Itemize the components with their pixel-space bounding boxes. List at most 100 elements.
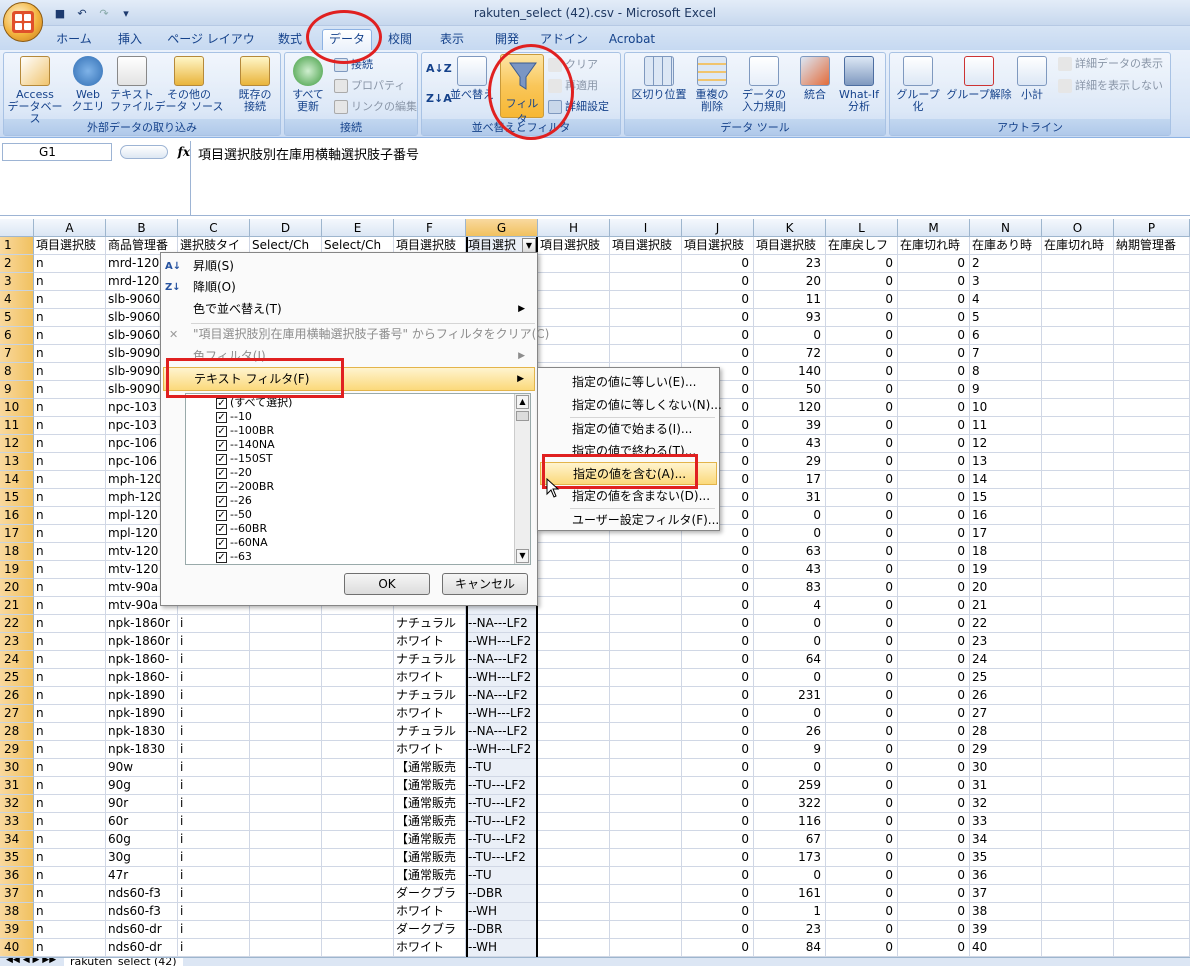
row-header[interactable]: 6 — [0, 327, 34, 345]
undo-icon[interactable]: ↶ — [74, 5, 90, 21]
cell-j[interactable]: 0 — [682, 597, 754, 615]
cell-m[interactable]: 0 — [898, 579, 970, 597]
cell-l[interactable]: 0 — [826, 723, 898, 741]
cell-d[interactable] — [250, 687, 322, 705]
cell-j[interactable]: 0 — [682, 921, 754, 939]
cell-e[interactable] — [322, 741, 394, 759]
cell-j[interactable]: 0 — [682, 543, 754, 561]
tab-acrobat[interactable]: Acrobat — [604, 30, 660, 50]
cell-k[interactable]: 322 — [754, 795, 826, 813]
cell-b[interactable]: 30g — [106, 849, 178, 867]
cell-d[interactable] — [250, 723, 322, 741]
tab-formulas[interactable]: 数式 — [268, 30, 312, 50]
cell-h[interactable] — [538, 579, 610, 597]
text-filter-option[interactable]: 指定の値で終わる(T)... — [540, 440, 717, 463]
cell-a[interactable]: n — [34, 489, 106, 507]
cell-h[interactable] — [538, 705, 610, 723]
cell-h[interactable] — [538, 255, 610, 273]
cell-i[interactable] — [610, 795, 682, 813]
row-header[interactable]: 34 — [0, 831, 34, 849]
cell-i[interactable] — [610, 813, 682, 831]
cell-k[interactable]: 43 — [754, 561, 826, 579]
cell-p[interactable] — [1114, 345, 1190, 363]
cell-d[interactable] — [250, 885, 322, 903]
cell-a[interactable]: n — [34, 255, 106, 273]
cell-m[interactable]: 0 — [898, 327, 970, 345]
cell-k[interactable]: 259 — [754, 777, 826, 795]
cell-h[interactable] — [538, 741, 610, 759]
cell-n[interactable]: 6 — [970, 327, 1042, 345]
cell-d[interactable] — [250, 669, 322, 687]
cell-n[interactable]: 33 — [970, 813, 1042, 831]
tab-developer[interactable]: 開発 — [487, 30, 527, 50]
cell-p[interactable] — [1114, 453, 1190, 471]
cell-m[interactable]: 0 — [898, 597, 970, 615]
cell-l[interactable]: 0 — [826, 417, 898, 435]
cell-p[interactable] — [1114, 561, 1190, 579]
checkbox-checked-icon[interactable]: ✓ — [216, 454, 227, 465]
column-header-o[interactable]: O — [1042, 219, 1114, 237]
name-box[interactable]: G1 — [2, 143, 112, 161]
cell-i[interactable] — [610, 543, 682, 561]
cell-d[interactable] — [250, 615, 322, 633]
cell-h[interactable] — [538, 543, 610, 561]
cell-n[interactable]: 39 — [970, 921, 1042, 939]
cell-b[interactable]: 90w — [106, 759, 178, 777]
cell-a[interactable]: n — [34, 561, 106, 579]
checklist-item[interactable]: ✓ --100BR — [186, 424, 530, 438]
cell-l[interactable]: 0 — [826, 867, 898, 885]
cell-g[interactable]: --DBR — [466, 921, 538, 939]
cell-e[interactable] — [322, 633, 394, 651]
cell-k[interactable]: 231 — [754, 687, 826, 705]
cell-n[interactable]: 7 — [970, 345, 1042, 363]
cell-c[interactable]: i — [178, 849, 250, 867]
checkbox-checked-icon[interactable]: ✓ — [216, 468, 227, 479]
cell-j[interactable]: 0 — [682, 723, 754, 741]
cell-p[interactable] — [1114, 327, 1190, 345]
cell-o[interactable] — [1042, 705, 1114, 723]
cell-e[interactable] — [322, 903, 394, 921]
cell-j[interactable]: 0 — [682, 669, 754, 687]
cell-a[interactable]: n — [34, 903, 106, 921]
cell-j[interactable]: 0 — [682, 633, 754, 651]
cell-a[interactable]: n — [34, 741, 106, 759]
cell-b[interactable]: npk-1890 — [106, 705, 178, 723]
tab-review[interactable]: 校閲 — [380, 30, 420, 50]
cell-m[interactable]: 0 — [898, 273, 970, 291]
cell-l[interactable]: 0 — [826, 453, 898, 471]
checklist-item[interactable]: ✓ --63 — [186, 550, 530, 564]
cell-j[interactable]: 0 — [682, 849, 754, 867]
cell-g[interactable]: --TU — [466, 867, 538, 885]
cell-i[interactable] — [610, 579, 682, 597]
cell-o[interactable] — [1042, 435, 1114, 453]
refresh-all-button[interactable]: すべて 更新 — [288, 56, 328, 113]
cell-b[interactable]: npk-1830 — [106, 723, 178, 741]
cell-c[interactable]: i — [178, 669, 250, 687]
cell-i[interactable] — [610, 597, 682, 615]
cell-b[interactable]: npk-1860r — [106, 633, 178, 651]
cell-c[interactable]: i — [178, 921, 250, 939]
customize-qat-icon[interactable]: ▾ — [118, 5, 134, 21]
cell-h[interactable] — [538, 273, 610, 291]
column-header-d[interactable]: D — [250, 219, 322, 237]
cell-f[interactable]: ホワイト — [394, 633, 466, 651]
text-filter-option[interactable]: 指定の値に等しい(E)... — [540, 371, 717, 394]
row-header[interactable]: 23 — [0, 633, 34, 651]
cell-b[interactable]: npk-1860- — [106, 651, 178, 669]
text-filter-option[interactable]: ユーザー設定フィルタ(F)... — [540, 509, 719, 532]
cell-k[interactable]: 63 — [754, 543, 826, 561]
cell-n[interactable]: 23 — [970, 633, 1042, 651]
cell-h[interactable] — [538, 813, 610, 831]
cell-m[interactable]: 0 — [898, 399, 970, 417]
cell-o[interactable] — [1042, 849, 1114, 867]
checkbox-checked-icon[interactable]: ✓ — [216, 538, 227, 549]
cell-m[interactable]: 0 — [898, 939, 970, 957]
cell-k[interactable]: 173 — [754, 849, 826, 867]
cell-c[interactable]: i — [178, 741, 250, 759]
cell-e[interactable] — [322, 705, 394, 723]
cell-d[interactable] — [250, 759, 322, 777]
checkbox-checked-icon[interactable]: ✓ — [216, 496, 227, 507]
cell-o[interactable] — [1042, 309, 1114, 327]
cell-m[interactable]: 0 — [898, 255, 970, 273]
checklist-item[interactable]: ✓ --10 — [186, 410, 530, 424]
